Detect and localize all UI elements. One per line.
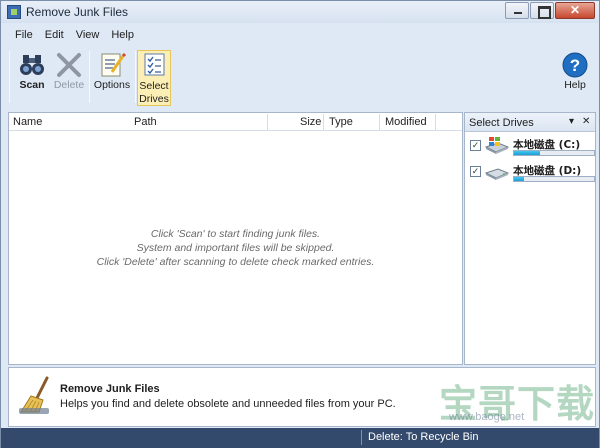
drive-usage-bar	[513, 150, 595, 156]
panel-dropdown-icon[interactable]: ▾	[569, 116, 574, 127]
options-checklist-icon	[98, 52, 127, 78]
status-bar: Delete: To Recycle Bin	[1, 428, 599, 448]
menu-bar: File Edit View Help	[9, 27, 140, 45]
description-text: Helps you find and delete obsolete and u…	[60, 398, 396, 410]
column-name[interactable]: Name	[13, 116, 42, 128]
column-divider[interactable]	[379, 114, 380, 130]
svg-text:?: ?	[570, 56, 580, 75]
hint-line: System and important files will be skipp…	[136, 242, 335, 254]
window-controls: ✕	[504, 2, 595, 19]
panel-close-icon[interactable]: ✕	[582, 116, 590, 127]
drive-usage-fill	[514, 151, 540, 155]
maximize-button[interactable]	[530, 2, 554, 19]
title-bar[interactable]: Remove Junk Files ✕	[1, 1, 599, 23]
drives-panel: Select Drives ▾ ✕ ✓ 本地磁盘 (C:) ✓ 本地磁盘 (D:…	[464, 112, 596, 365]
scan-label: Scan	[19, 79, 45, 91]
delete-button[interactable]: Delete	[51, 50, 87, 106]
help-label: Help	[564, 79, 586, 91]
menu-file[interactable]: File	[9, 27, 39, 45]
app-window: Remove Junk Files ✕ File Edit View Help	[0, 0, 600, 448]
drive-checkbox[interactable]: ✓	[470, 166, 481, 177]
drive-usage-fill	[514, 177, 524, 181]
column-size[interactable]: Size	[300, 116, 321, 128]
toolbar-separator	[9, 51, 10, 103]
drive-usage-bar	[513, 176, 595, 182]
select-drives-label-2: Drives	[139, 93, 169, 105]
menu-view[interactable]: View	[70, 27, 106, 45]
list-header: Name Path Size Type Modified	[9, 113, 462, 131]
column-divider[interactable]	[323, 114, 324, 130]
windows-drive-icon	[484, 137, 510, 155]
help-button[interactable]: ? Help	[559, 50, 591, 106]
menu-help[interactable]: Help	[105, 27, 140, 45]
drives-panel-header: Select Drives ▾ ✕	[465, 113, 595, 132]
status-divider	[361, 430, 362, 445]
menu-edit[interactable]: Edit	[39, 27, 70, 45]
close-button[interactable]: ✕	[555, 2, 595, 19]
options-label: Options	[93, 79, 131, 91]
toolbar-separator	[135, 51, 136, 103]
column-divider[interactable]	[267, 114, 268, 130]
drive-item[interactable]: ✓ 本地磁盘 (C:)	[469, 136, 595, 160]
column-divider[interactable]	[435, 114, 436, 130]
drive-checkbox[interactable]: ✓	[470, 140, 481, 151]
app-icon	[7, 5, 21, 19]
junk-files-list[interactable]: Name Path Size Type Modified Click 'Scan…	[8, 112, 463, 365]
window-title: Remove Junk Files	[26, 5, 129, 19]
help-icon: ?	[561, 52, 589, 78]
column-path[interactable]: Path	[134, 116, 157, 128]
select-drives-button[interactable]: Select Drives	[137, 50, 171, 106]
delete-x-icon	[55, 52, 83, 78]
hint-line: Click 'Delete' after scanning to delete …	[96, 256, 375, 268]
select-drives-label-1: Select	[139, 80, 169, 92]
delete-label: Delete	[53, 79, 85, 91]
column-type[interactable]: Type	[329, 116, 353, 128]
options-button[interactable]: Options	[91, 50, 133, 106]
toolbar: Scan Delete Options Select Drives ? Help	[9, 47, 597, 111]
watermark-url: www.baoge.net	[449, 411, 525, 423]
minimize-button[interactable]	[505, 2, 529, 19]
drive-item[interactable]: ✓ 本地磁盘 (D:)	[469, 162, 595, 186]
status-text: Delete: To Recycle Bin	[368, 431, 479, 443]
select-drives-list-icon	[140, 53, 168, 79]
broom-icon	[17, 376, 57, 416]
binoculars-icon	[18, 52, 46, 78]
toolbar-separator	[89, 51, 90, 103]
description-title: Remove Junk Files	[60, 383, 160, 395]
hint-line: Click 'Scan' to start finding junk files…	[150, 228, 321, 240]
column-modified[interactable]: Modified	[385, 116, 427, 128]
scan-button[interactable]: Scan	[15, 50, 49, 106]
hard-drive-icon	[484, 163, 510, 181]
drives-panel-title: Select Drives	[469, 117, 534, 129]
